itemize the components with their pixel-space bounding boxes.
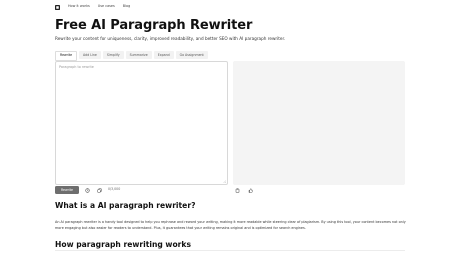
copy-output-button[interactable] xyxy=(234,187,240,193)
tab-add-line[interactable]: Add Line xyxy=(79,51,101,59)
character-counter: 0/3,000 xyxy=(108,187,121,191)
page-subtitle: Rewrite your content for uniqueness, cla… xyxy=(55,36,286,41)
nav-link-how-it-works[interactable]: How it works xyxy=(68,4,90,8)
output-panel xyxy=(233,61,405,185)
page: How it works Use cases Blog Free AI Para… xyxy=(0,0,460,259)
section-heading-what-is: What is a AI paragraph rewriter? xyxy=(55,201,196,210)
rewrite-button[interactable]: Rewrite xyxy=(55,186,79,194)
tab-summarize[interactable]: Summarize xyxy=(125,51,152,59)
top-nav: How it works Use cases Blog xyxy=(55,3,130,11)
section-paragraph-what-is: An AI paragraph rewriter is a handy tool… xyxy=(55,220,406,230)
history-icon xyxy=(84,187,90,193)
feedback-button[interactable] xyxy=(247,187,253,193)
copy-icon xyxy=(97,188,101,193)
logo-icon[interactable] xyxy=(55,4,60,10)
tab-rewrite[interactable]: Rewrite xyxy=(55,51,78,61)
history-button[interactable] xyxy=(84,187,90,193)
input-editor xyxy=(55,61,228,185)
copy-input-button[interactable] xyxy=(96,187,102,193)
thumbs-up-icon xyxy=(248,187,253,193)
tab-go-assignment[interactable]: Go Assignment xyxy=(175,51,208,59)
tab-expand[interactable]: Expand xyxy=(153,51,174,59)
tab-simplify[interactable]: Simplify xyxy=(102,51,124,59)
mode-tabs: Rewrite Add Line Simplify Summarize Expa… xyxy=(55,51,208,61)
page-title: Free AI Paragraph Rewriter xyxy=(55,18,253,33)
clipboard-icon xyxy=(235,188,239,193)
section-heading-how-it-works: How paragraph rewriting works xyxy=(55,240,191,249)
resize-handle-icon[interactable] xyxy=(223,180,226,183)
nav-link-blog[interactable]: Blog xyxy=(123,4,131,8)
section-divider xyxy=(55,250,405,251)
paragraph-input[interactable] xyxy=(59,65,219,175)
nav-link-use-cases[interactable]: Use cases xyxy=(98,4,115,8)
